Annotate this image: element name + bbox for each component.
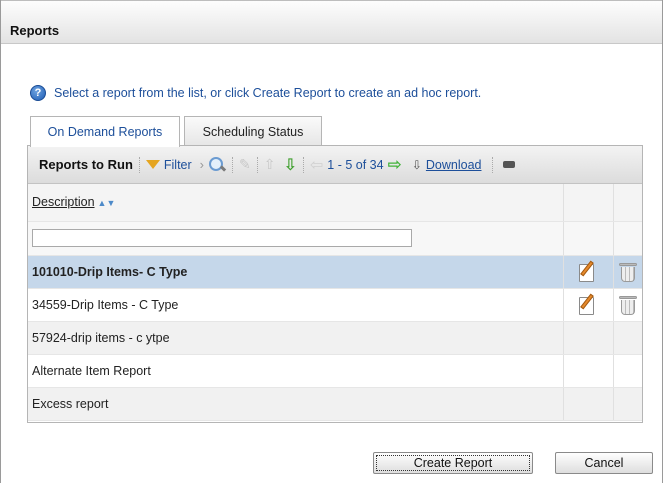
download-link[interactable]: Download	[426, 158, 482, 172]
toolbar-separator	[138, 156, 140, 173]
row-description[interactable]: Alternate Item Report	[28, 354, 563, 388]
table-row[interactable]: 34559-Drip Items - C Type	[28, 288, 642, 322]
row-description[interactable]: 34559-Drip Items - C Type	[28, 288, 563, 322]
info-row: ? Select a report from the list, or clic…	[30, 84, 481, 102]
search-icon[interactable]	[208, 156, 226, 174]
collapse-icon[interactable]	[502, 161, 515, 168]
edit-cell[interactable]	[562, 255, 613, 289]
edit-icon[interactable]: ✎	[239, 156, 251, 173]
tab-scheduling-status[interactable]: Scheduling Status	[184, 116, 322, 146]
info-text: Select a report from the list, or click …	[54, 86, 482, 100]
description-sort-link[interactable]: Description	[32, 195, 95, 209]
title-bar: Reports	[1, 0, 662, 44]
trash-icon[interactable]	[618, 293, 638, 317]
delete-cell[interactable]	[612, 255, 642, 289]
toolbar-separator	[232, 156, 234, 173]
move-down-icon[interactable]: ⇩	[283, 155, 296, 175]
filter-cell	[562, 221, 613, 256]
chevron-right-icon: ›	[199, 157, 205, 172]
filter-cell	[28, 221, 563, 256]
filter-cell	[612, 221, 642, 256]
empty-cell	[562, 387, 613, 421]
toolbar: Reports to Run Filter › ✎ ⇧ ⇩ ⇦ 1 - 5 of…	[28, 146, 642, 184]
filter-row	[28, 221, 642, 256]
edit-report-icon[interactable]	[577, 260, 599, 284]
pager-text: 1 - 5 of 34	[327, 157, 384, 172]
toolbar-title: Reports to Run	[39, 157, 133, 172]
move-up-icon[interactable]: ⇧	[264, 156, 276, 173]
prev-page-icon[interactable]: ⇦	[310, 155, 323, 175]
trash-icon[interactable]	[618, 260, 638, 284]
sort-icon: ▲▼	[97, 198, 116, 209]
reports-panel: Reports to Run Filter › ✎ ⇧ ⇩ ⇦ 1 - 5 of…	[27, 145, 643, 423]
edit-cell[interactable]	[562, 288, 613, 322]
tab-on-demand-reports[interactable]: On Demand Reports	[30, 116, 180, 147]
empty-cell	[562, 321, 613, 355]
download-icon[interactable]: ⇩	[412, 158, 422, 172]
filter-button[interactable]: Filter	[145, 157, 192, 172]
column-header-description[interactable]: Description ▲▼	[28, 184, 563, 222]
header-cell	[612, 184, 642, 222]
empty-cell	[612, 354, 642, 388]
filter-label: Filter	[163, 157, 192, 172]
cancel-button[interactable]: Cancel	[555, 452, 653, 474]
delete-cell[interactable]	[612, 288, 642, 322]
table-row[interactable]: Alternate Item Report	[28, 354, 642, 388]
edit-report-icon[interactable]	[577, 293, 599, 317]
toolbar-separator	[491, 156, 493, 173]
table-row[interactable]: Excess report	[28, 387, 642, 421]
header-cell	[562, 184, 613, 222]
filter-icon	[145, 160, 160, 169]
window-title: Reports	[10, 23, 60, 38]
table-header-row: Description ▲▼	[28, 184, 642, 222]
table-row[interactable]: 57924-drip items - c ytpe	[28, 321, 642, 355]
row-description[interactable]: 101010-Drip Items- C Type	[28, 255, 563, 289]
row-description[interactable]: Excess report	[28, 387, 563, 421]
description-filter-input[interactable]	[32, 229, 412, 247]
empty-cell	[612, 387, 642, 421]
reports-table: Description▲▼ 101010-Drip Items- C Type	[28, 184, 642, 421]
row-description[interactable]: 57924-drip items - c ytpe	[28, 321, 563, 355]
help-icon[interactable]: ?	[30, 85, 46, 101]
tab-bar: On Demand Reports Scheduling Status	[30, 116, 326, 147]
toolbar-separator	[256, 156, 258, 173]
empty-cell	[562, 354, 613, 388]
reports-window: Reports ? Select a report from the list,…	[0, 0, 663, 483]
create-report-button[interactable]: Create Report	[373, 452, 533, 474]
empty-cell	[612, 321, 642, 355]
toolbar-separator	[302, 156, 304, 173]
next-page-icon[interactable]: ⇨	[388, 155, 402, 175]
table-row[interactable]: 101010-Drip Items- C Type	[28, 255, 642, 289]
